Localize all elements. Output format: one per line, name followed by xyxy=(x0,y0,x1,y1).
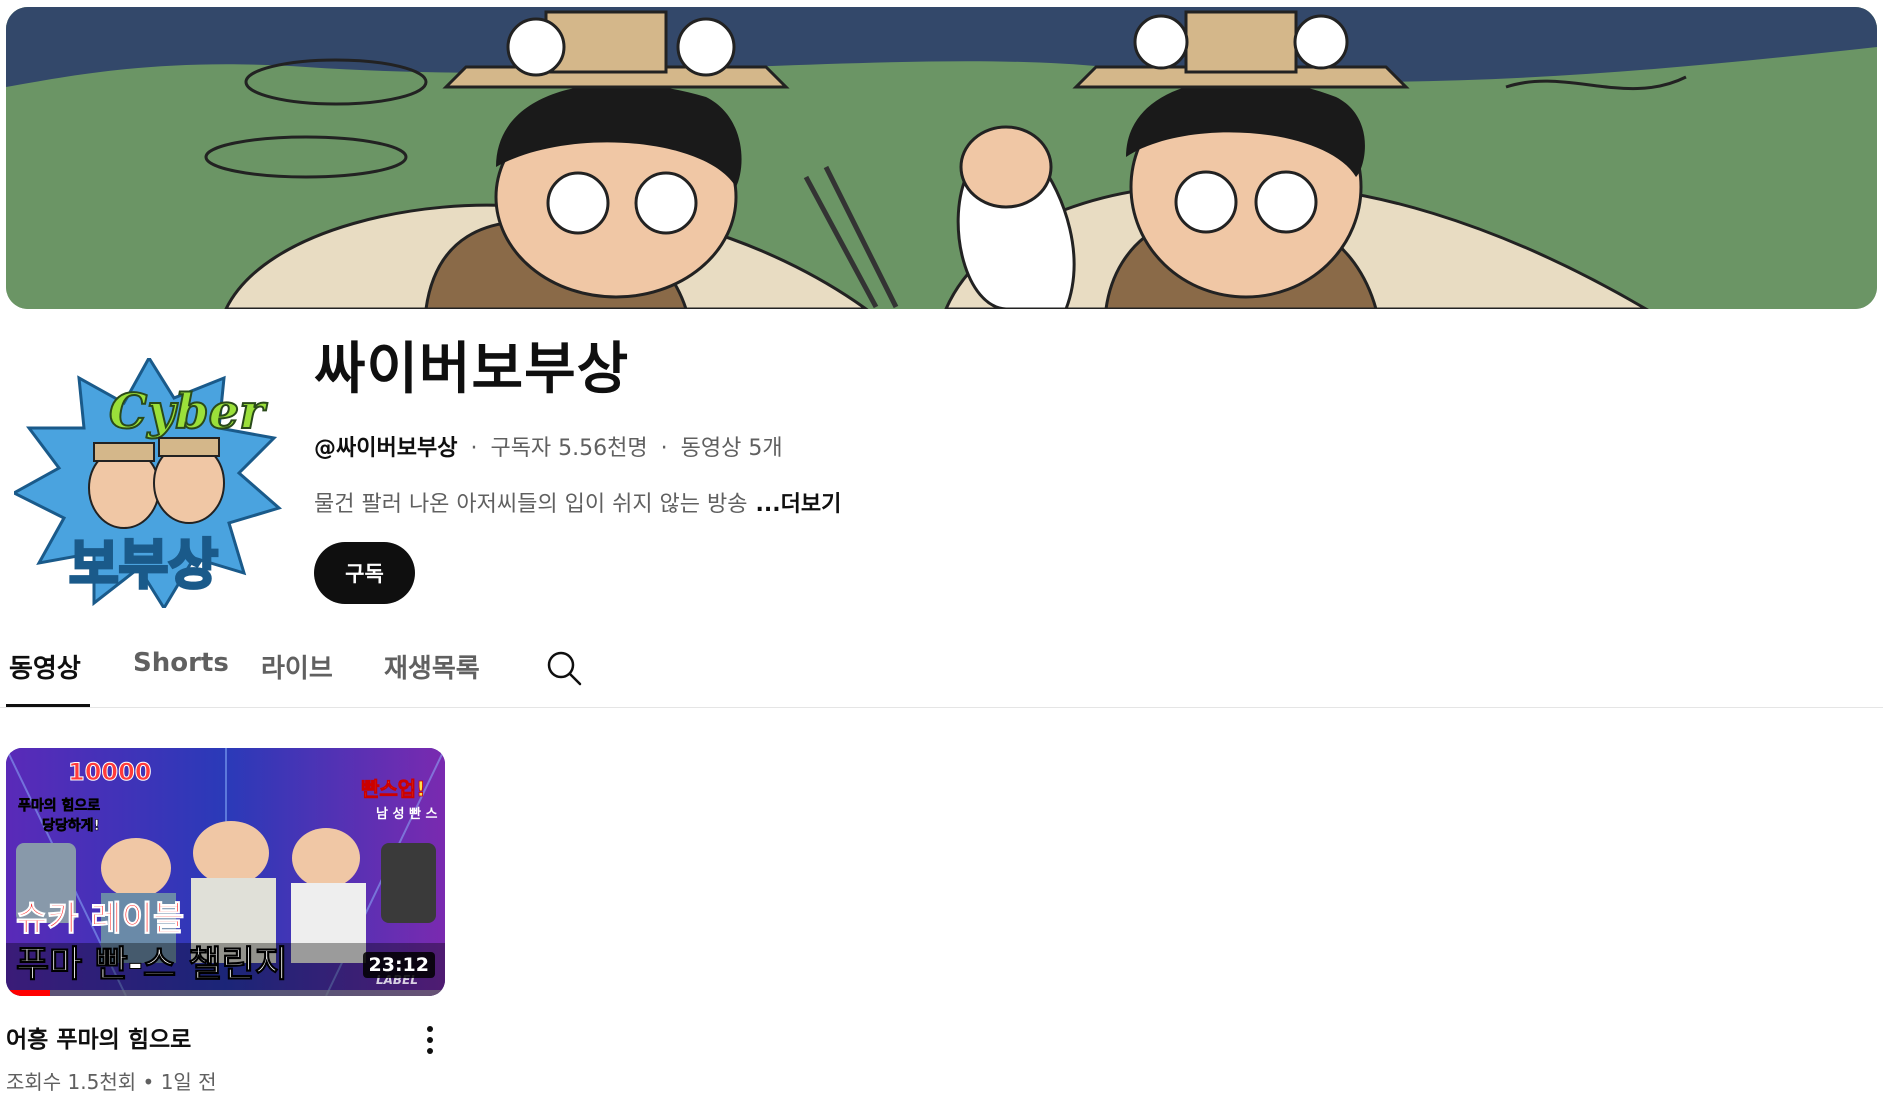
channel-description[interactable]: 물건 팔러 나온 아저씨들의 입이 쉬지 않는 방송 ...더보기 xyxy=(314,486,841,518)
video-duration: 23:12 xyxy=(362,952,435,978)
tabs-divider xyxy=(0,707,1883,708)
description-text: 물건 팔러 나온 아저씨들의 입이 쉬지 않는 방송 xyxy=(314,492,748,517)
channel-tabs: 동영상 Shorts 라이브 재생목록 xyxy=(0,636,1883,708)
thumb-sign: 남 성 빤 스 xyxy=(376,806,437,822)
subscribe-button[interactable]: 구독 xyxy=(314,542,415,604)
view-count: 조회수 1.5천회 xyxy=(6,1070,137,1094)
thumb-caption-2: 당당하게! xyxy=(42,817,100,834)
tab-live[interactable]: 라이브 xyxy=(261,648,333,685)
subscriber-count: 구독자 5.56천명 xyxy=(490,436,648,461)
thumb-badge: 빤스업! xyxy=(361,777,425,801)
avatar-logo-text-ko: 보부상 xyxy=(69,533,218,596)
tab-videos[interactable]: 동영상 xyxy=(9,648,81,685)
video-thumbnail[interactable]: 10000 푸마의 힘으로 당당하게! 빤스업! 남 성 빤 스 슈카 레이블 … xyxy=(6,748,445,996)
thumb-title: 푸마 빤-스 챌린지 xyxy=(16,944,288,985)
thumb-caption-1: 푸마의 힘으로 xyxy=(18,797,100,814)
channel-meta: @싸이버보부상 · 구독자 5.56천명 · 동영상 5개 xyxy=(314,430,783,462)
video-count: 동영상 5개 xyxy=(680,436,783,461)
video-title[interactable]: 어흥 푸마의 힘으로 xyxy=(6,1020,191,1054)
thumb-number: 10000 xyxy=(68,758,152,786)
search-icon[interactable] xyxy=(544,648,584,688)
avatar-logo-text: Cyber xyxy=(109,384,268,440)
thumb-subtitle: 슈카 레이블 xyxy=(16,899,184,939)
watch-progress-fill xyxy=(6,990,50,996)
channel-avatar[interactable]: Cyber 보부상 xyxy=(14,358,284,608)
channel-handle[interactable]: @싸이버보부상 xyxy=(314,436,457,461)
more-link[interactable]: ...더보기 xyxy=(756,492,842,517)
more-vert-icon[interactable] xyxy=(418,1022,442,1058)
channel-title: 싸이버보부상 xyxy=(314,337,630,402)
meta-separator: · xyxy=(470,436,478,461)
meta-separator: • xyxy=(142,1070,155,1094)
channel-banner xyxy=(6,7,1877,309)
meta-separator: · xyxy=(660,436,668,461)
upload-age: 1일 전 xyxy=(160,1070,217,1094)
tab-shorts[interactable]: Shorts xyxy=(133,648,229,678)
watch-progress xyxy=(6,990,445,996)
video-meta: 조회수 1.5천회 • 1일 전 xyxy=(6,1066,217,1095)
tab-playlists[interactable]: 재생목록 xyxy=(384,648,480,685)
